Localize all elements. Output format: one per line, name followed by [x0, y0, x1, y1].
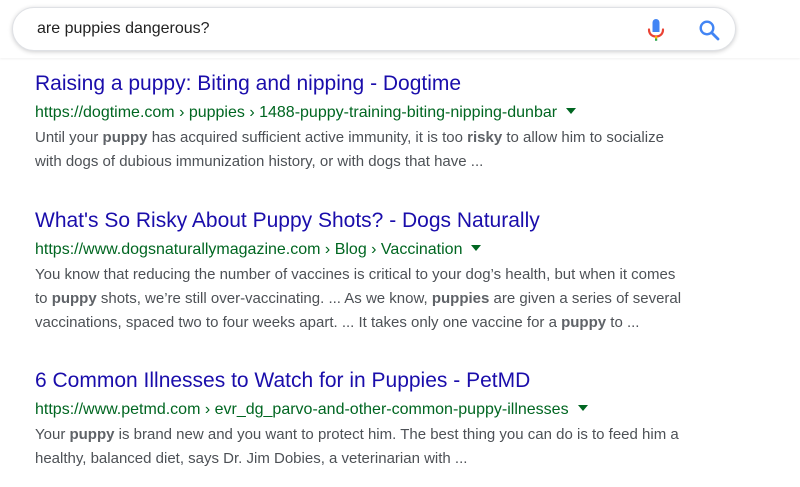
snippet-highlight: puppy — [561, 314, 607, 331]
microphone-icon[interactable] — [645, 18, 667, 42]
result-url-row: https://dogtime.com › puppies › 1488-pup… — [35, 102, 775, 123]
snippet-text: is brand new and you want to protect him… — [114, 426, 679, 443]
result-title-link[interactable]: 6 Common Illnesses to Watch for in Puppi… — [35, 368, 775, 394]
snippet-line: Until your puppy has acquired sufficient… — [35, 126, 745, 150]
result-url[interactable]: https://www.dogsnaturallymagazine.com › … — [35, 241, 462, 258]
search-box[interactable] — [12, 7, 736, 51]
snippet-text: are given a series of several — [489, 290, 682, 307]
microphone-icon-graphic — [647, 19, 665, 41]
snippet-text: has acquired sufficient active immunity,… — [147, 129, 468, 146]
snippet-text: Until your — [35, 129, 103, 146]
snippet-line: Your puppy is brand new and you want to … — [35, 423, 745, 447]
snippet-line: healthy, balanced diet, says Dr. Jim Dob… — [35, 447, 745, 471]
result-url[interactable]: https://dogtime.com › puppies › 1488-pup… — [35, 104, 557, 121]
snippet-text: You know that reducing the number of vac… — [35, 266, 676, 283]
search-result: 6 Common Illnesses to Watch for in Puppi… — [35, 368, 775, 471]
search-header — [0, 0, 800, 58]
snippet-line: to puppy shots, we’re still over-vaccina… — [35, 287, 745, 311]
result-title-link[interactable]: Raising a puppy: Biting and nipping - Do… — [35, 71, 775, 97]
search-result: Raising a puppy: Biting and nipping - Do… — [35, 71, 775, 174]
snippet-text: healthy, balanced diet, says Dr. Jim Dob… — [35, 450, 468, 467]
caret-down-icon[interactable] — [566, 107, 577, 114]
search-icon[interactable] — [697, 18, 721, 42]
snippet-text: shots, we’re still over-vaccinating. ...… — [96, 290, 432, 307]
snippet-highlight: puppy — [69, 426, 115, 443]
snippet-highlight: puppy — [51, 290, 97, 307]
snippet-highlight: risky — [467, 129, 503, 146]
search-icon-graphic — [699, 20, 720, 41]
search-input[interactable] — [37, 8, 627, 50]
snippet-highlight: puppies — [431, 290, 490, 307]
search-result: What's So Risky About Puppy Shots? - Dog… — [35, 208, 775, 335]
result-url-row: https://www.petmd.com › evr_dg_parvo-and… — [35, 399, 775, 420]
result-title-link[interactable]: What's So Risky About Puppy Shots? - Dog… — [35, 208, 775, 234]
result-url-row: https://www.dogsnaturallymagazine.com › … — [35, 239, 775, 260]
caret-down-icon[interactable] — [577, 404, 588, 411]
snippet-text: Your — [35, 426, 70, 443]
snippet-text: vaccinations, spaced two to four weeks a… — [35, 314, 562, 331]
snippet-highlight: puppy — [102, 129, 148, 146]
result-snippet: Your puppy is brand new and you want to … — [35, 423, 745, 471]
snippet-text: to — [35, 290, 52, 307]
snippet-line: vaccinations, spaced two to four weeks a… — [35, 311, 745, 335]
snippet-line: You know that reducing the number of vac… — [35, 263, 745, 287]
result-url[interactable]: https://www.petmd.com › evr_dg_parvo-and… — [35, 401, 569, 418]
result-snippet: Until your puppy has acquired sufficient… — [35, 126, 745, 174]
snippet-line: with dogs of dubious immunization histor… — [35, 150, 745, 174]
snippet-text: to ... — [606, 314, 640, 331]
result-snippet: You know that reducing the number of vac… — [35, 263, 745, 335]
snippet-text: with dogs of dubious immunization histor… — [35, 153, 484, 170]
caret-down-icon[interactable] — [471, 244, 482, 251]
snippet-text: to allow him to socialize — [502, 129, 664, 146]
